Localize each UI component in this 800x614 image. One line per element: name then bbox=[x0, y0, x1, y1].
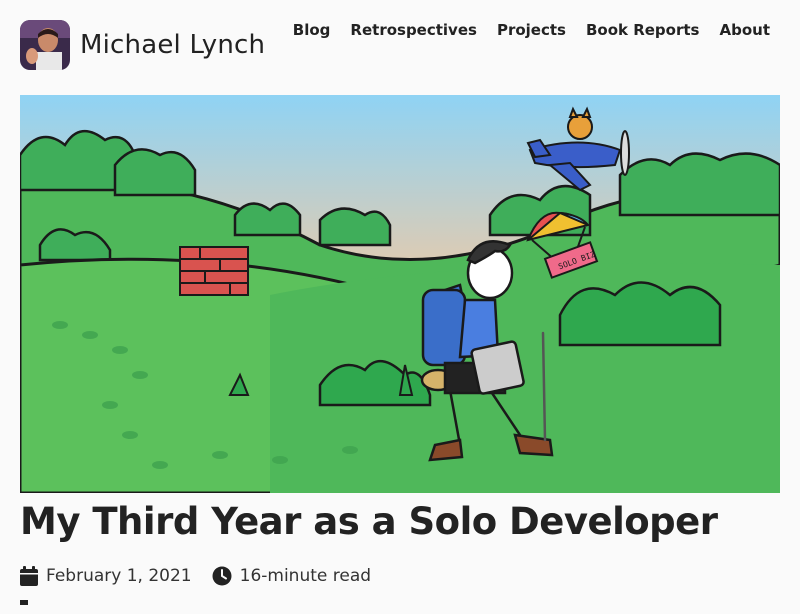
site-header: Michael Lynch Blog Retrospectives Projec… bbox=[0, 0, 800, 95]
nav-projects[interactable]: Projects bbox=[497, 20, 566, 40]
post-read-time-text: 16-minute read bbox=[239, 566, 372, 586]
post-meta: February 1, 2021 16-minute read bbox=[20, 566, 391, 586]
nav-about[interactable]: About bbox=[719, 20, 770, 40]
calendar-icon bbox=[20, 566, 38, 586]
hero-illustration: SOLO BIZ bbox=[20, 95, 780, 493]
nav-blog[interactable]: Blog bbox=[293, 20, 331, 40]
post-date: February 1, 2021 bbox=[20, 566, 192, 586]
post-title: My Third Year as a Solo Developer bbox=[20, 500, 718, 543]
tag-icon bbox=[20, 600, 28, 605]
clock-icon bbox=[212, 566, 232, 586]
post-read-time: 16-minute read bbox=[212, 566, 371, 586]
main-nav: Blog Retrospectives Projects Book Report… bbox=[293, 20, 770, 40]
post-date-text: February 1, 2021 bbox=[46, 566, 192, 586]
home-link[interactable]: Michael Lynch bbox=[20, 20, 265, 70]
avatar bbox=[20, 20, 70, 70]
nav-book-reports[interactable]: Book Reports bbox=[586, 20, 700, 40]
nav-retrospectives[interactable]: Retrospectives bbox=[350, 20, 477, 40]
post-tags-row bbox=[20, 595, 34, 614]
site-name: Michael Lynch bbox=[80, 30, 266, 60]
